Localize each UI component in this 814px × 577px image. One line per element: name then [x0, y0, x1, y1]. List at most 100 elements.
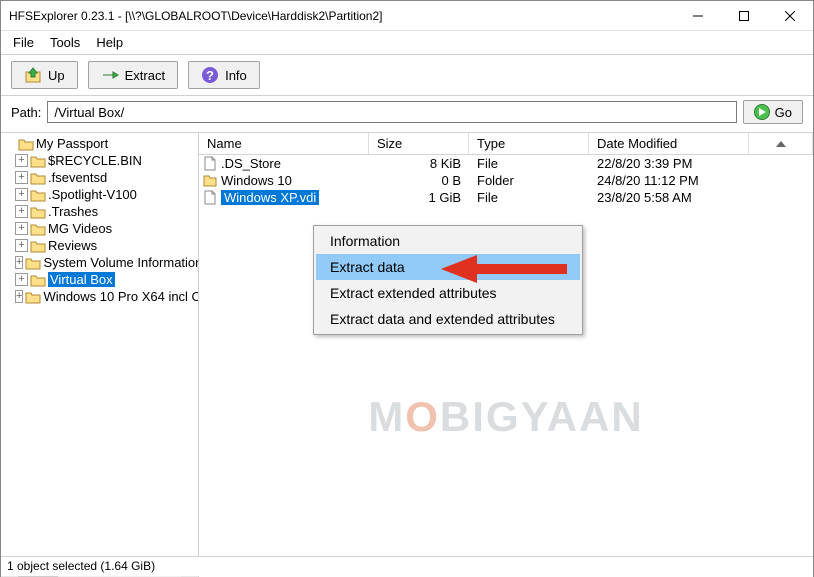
folder-icon [30, 273, 46, 287]
tree-item[interactable]: + .Trashes [1, 203, 198, 220]
list-header: Name Size Type Date Modified [199, 133, 813, 155]
window-controls [675, 1, 813, 31]
cell-size: 0 B [369, 173, 469, 188]
cell-date: 22/8/20 3:39 PM [589, 156, 749, 171]
file-icon [203, 190, 218, 205]
folder-icon [203, 173, 218, 188]
up-label: Up [48, 68, 65, 83]
tree-item-label: .Spotlight-V100 [48, 187, 137, 202]
file-name-label: Windows 10 [221, 173, 292, 188]
info-button[interactable]: ? Info [188, 61, 260, 89]
cell-name: Windows 10 [199, 173, 369, 188]
extract-button[interactable]: Extract [88, 61, 178, 89]
tree-item[interactable]: + Virtual Box [1, 271, 198, 288]
folder-icon [30, 188, 46, 202]
up-icon [24, 66, 42, 84]
col-date[interactable]: Date Modified [589, 133, 749, 154]
tree[interactable]: My Passport + $RECYCLE.BIN + .fseventsd + .Sp… [1, 133, 198, 560]
expander-icon[interactable]: + [15, 188, 28, 201]
go-label: Go [775, 105, 792, 120]
go-button[interactable]: Go [743, 100, 803, 124]
context-menu: InformationExtract dataExtract extended … [313, 225, 583, 335]
path-label: Path: [11, 105, 41, 120]
tree-item-label: .fseventsd [48, 170, 107, 185]
minimize-icon [693, 11, 703, 21]
expander-icon[interactable]: + [15, 205, 28, 218]
expander-icon[interactable]: + [15, 222, 28, 235]
menu-help[interactable]: Help [88, 33, 131, 52]
menu-tools[interactable]: Tools [42, 33, 88, 52]
col-size[interactable]: Size [369, 133, 469, 154]
list-row[interactable]: Windows XP.vdi 1 GiBFile23/8/20 5:58 AM [199, 189, 813, 206]
maximize-icon [739, 11, 749, 21]
col-sort-indicator[interactable] [749, 133, 813, 154]
tree-item-label: Windows 10 Pro X64 incl Office 2019 [43, 289, 198, 304]
cell-type: Folder [469, 173, 589, 188]
cell-name: .DS_Store [199, 156, 369, 171]
col-type[interactable]: Type [469, 133, 589, 154]
tree-item-label: Virtual Box [48, 272, 115, 287]
folder-icon [30, 171, 46, 185]
go-icon [754, 104, 770, 120]
expander-icon[interactable]: + [15, 154, 28, 167]
context-menu-item[interactable]: Extract extended attributes [316, 280, 580, 306]
tree-item-label: .Trashes [48, 204, 98, 219]
tree-root[interactable]: My Passport [1, 135, 198, 152]
tree-item-label: $RECYCLE.BIN [48, 153, 142, 168]
context-menu-item[interactable]: Extract data [316, 254, 580, 280]
tree-item[interactable]: +MG Videos [1, 220, 198, 237]
cell-size: 1 GiB [369, 190, 469, 205]
expander-icon[interactable]: + [15, 273, 28, 286]
folder-icon [30, 205, 46, 219]
cell-date: 24/8/20 11:12 PM [589, 173, 749, 188]
tree-item[interactable]: + Windows 10 Pro X64 incl Office 2019 [1, 288, 198, 305]
list-row[interactable]: .DS_Store 8 KiBFile22/8/20 3:39 PM [199, 155, 813, 172]
context-menu-item[interactable]: Extract data and extended attributes [316, 306, 580, 332]
info-icon: ? [201, 66, 219, 84]
expander-icon[interactable]: + [15, 256, 23, 269]
extract-icon [101, 66, 119, 84]
folder-icon [30, 154, 46, 168]
minimize-button[interactable] [675, 1, 721, 31]
expander-icon[interactable]: + [15, 239, 28, 252]
path-input[interactable] [47, 101, 736, 123]
cell-size: 8 KiB [369, 156, 469, 171]
menu-file[interactable]: File [5, 33, 42, 52]
tree-item-label: System Volume Information [43, 255, 198, 270]
list-body[interactable]: .DS_Store8 KiBFile22/8/20 3:39 PMWindows… [199, 155, 813, 577]
info-label: Info [225, 68, 247, 83]
close-button[interactable] [767, 1, 813, 31]
tree-pane: My Passport + $RECYCLE.BIN + .fseventsd + .Sp… [1, 133, 199, 577]
folder-icon [25, 290, 41, 304]
tree-root-label: My Passport [36, 136, 108, 151]
maximize-button[interactable] [721, 1, 767, 31]
file-name-label: .DS_Store [221, 156, 281, 171]
col-name[interactable]: Name [199, 133, 369, 154]
tree-item[interactable]: + .fseventsd [1, 169, 198, 186]
context-menu-item[interactable]: Information [316, 228, 580, 254]
up-button[interactable]: Up [11, 61, 78, 89]
toolbar: Up Extract ? Info [1, 54, 813, 96]
folder-icon [30, 222, 46, 236]
tree-item[interactable]: + .Spotlight-V100 [1, 186, 198, 203]
folder-icon [25, 256, 41, 270]
cell-date: 23/8/20 5:58 AM [589, 190, 749, 205]
cell-type: File [469, 156, 589, 171]
svg-text:?: ? [206, 68, 214, 83]
list-row[interactable]: Windows 10 0 BFolder24/8/20 11:12 PM [199, 172, 813, 189]
menubar: File Tools Help [1, 31, 813, 54]
cell-type: File [469, 190, 589, 205]
expander-icon[interactable]: + [15, 171, 28, 184]
expander-icon[interactable]: + [15, 290, 23, 303]
status-bar: 1 object selected (1.64 GiB) [1, 556, 813, 576]
tree-item[interactable]: +Reviews [1, 237, 198, 254]
file-name-label: Windows XP.vdi [221, 190, 319, 205]
folder-open-icon [18, 137, 34, 151]
folder-icon [30, 239, 46, 253]
tree-item[interactable]: + System Volume Information [1, 254, 198, 271]
tree-item[interactable]: + $RECYCLE.BIN [1, 152, 198, 169]
close-icon [785, 11, 795, 21]
extract-label: Extract [125, 68, 165, 83]
list-pane: Name Size Type Date Modified .DS_Store 8 … [199, 133, 813, 577]
window-title: HFSExplorer 0.23.1 - [\\?\GLOBALROOT\Dev… [9, 9, 382, 23]
